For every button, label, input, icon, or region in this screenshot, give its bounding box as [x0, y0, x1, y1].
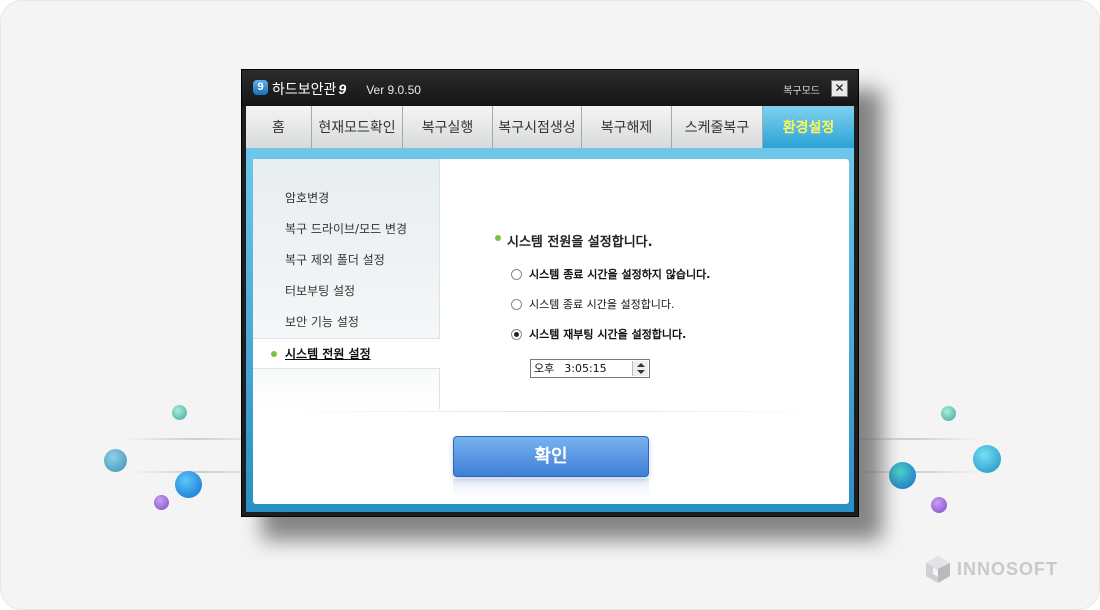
- tab-bar: 홈 현재모드확인 복구실행 복구시점생성 복구해제 스케줄복구 환경설정: [246, 106, 854, 148]
- reboot-time-input[interactable]: 오후 3:05:15: [530, 359, 650, 378]
- decorative-dot: [175, 471, 202, 498]
- app-name: 하드보안관: [272, 81, 337, 97]
- tab-run-restore[interactable]: 복구실행: [403, 106, 493, 148]
- decorative-dot: [172, 405, 187, 420]
- app-logo-icon: 9: [253, 80, 268, 95]
- time-ampm: 오후: [534, 362, 555, 375]
- ok-button[interactable]: 확인: [453, 436, 649, 477]
- button-reflection: [453, 479, 649, 499]
- innosoft-logo-icon: [926, 556, 950, 583]
- sidebar-item-security[interactable]: 보안 기능 설정: [253, 307, 440, 338]
- decorative-dot: [973, 445, 1001, 473]
- tab-home[interactable]: 홈: [246, 106, 312, 148]
- app-title: 하드보안관 9 Ver 9.0.50: [272, 79, 421, 99]
- radio-button[interactable]: [511, 268, 522, 280]
- title-bar: 9 하드보안관 9 Ver 9.0.50 복구모드 ✕: [242, 70, 858, 106]
- tab-create-restore-point[interactable]: 복구시점생성: [493, 106, 582, 148]
- decorative-dot: [931, 497, 947, 513]
- radio-button[interactable]: [511, 298, 522, 310]
- sidebar-item-restore-drive-mode[interactable]: 복구 드라이브/모드 변경: [253, 214, 440, 245]
- spin-down-icon[interactable]: [637, 370, 645, 374]
- section-title: 시스템 전원을 설정합니다.: [507, 235, 653, 250]
- decorative-dot: [941, 406, 956, 421]
- decorative-dot: [104, 449, 127, 472]
- sidebar-item-password[interactable]: 암호변경: [253, 183, 440, 214]
- tab-current-mode[interactable]: 현재모드확인: [312, 106, 403, 148]
- brand-name: INNOSOFT: [957, 558, 1058, 579]
- brand-logo: INNOSOFT: [923, 554, 1058, 584]
- option-reboot-time[interactable]: 시스템 재부팅 시간을 설정합니다.: [511, 326, 686, 342]
- sidebar-item-system-power[interactable]: 시스템 전원 설정: [253, 338, 440, 369]
- option-no-shutdown[interactable]: 시스템 종료 시간을 설정하지 않습니다.: [511, 266, 710, 282]
- option-shutdown-time[interactable]: 시스템 종료 시간을 설정합니다.: [511, 296, 675, 312]
- decorative-dot: [889, 462, 916, 489]
- content-frame: 암호변경 복구 드라이브/모드 변경 복구 제외 폴더 설정 터보부팅 설정 보…: [246, 148, 854, 512]
- sidebar-item-turbo-boot[interactable]: 터보부팅 설정: [253, 276, 440, 307]
- app-window: 9 하드보안관 9 Ver 9.0.50 복구모드 ✕ 홈 현재모드확인 복구실행 …: [241, 69, 859, 517]
- time-spinner[interactable]: [632, 361, 648, 376]
- settings-sidebar: 암호변경 복구 드라이브/모드 변경 복구 제외 폴더 설정 터보부팅 설정 보…: [253, 159, 440, 409]
- sidebar-item-label: 시스템 전원 설정: [285, 347, 371, 361]
- app-version: Ver 9.0.50: [366, 83, 421, 97]
- spin-up-icon[interactable]: [637, 363, 645, 367]
- tab-scheduled-restore[interactable]: 스케줄복구: [672, 106, 763, 148]
- sidebar-item-exclude-folder[interactable]: 복구 제외 폴더 설정: [253, 245, 440, 276]
- option-label: 시스템 종료 시간을 설정합니다.: [529, 298, 675, 311]
- active-bullet-icon: [271, 351, 277, 357]
- section-bullet-icon: [495, 235, 501, 241]
- tab-settings[interactable]: 환경설정: [763, 106, 854, 148]
- divider: [273, 411, 833, 412]
- tab-release-restore[interactable]: 복구해제: [582, 106, 672, 148]
- app-number: 9: [338, 81, 347, 97]
- decorative-dot: [154, 495, 169, 510]
- settings-panel: 암호변경 복구 드라이브/모드 변경 복구 제외 폴더 설정 터보부팅 설정 보…: [253, 159, 849, 504]
- time-value: 3:05:15: [564, 362, 607, 375]
- option-label: 시스템 재부팅 시간을 설정합니다.: [529, 328, 687, 341]
- option-label: 시스템 종료 시간을 설정하지 않습니다.: [529, 268, 711, 281]
- radio-button-checked[interactable]: [511, 328, 522, 340]
- close-button[interactable]: ✕: [831, 80, 848, 97]
- restore-mode-button[interactable]: 복구모드: [783, 82, 820, 97]
